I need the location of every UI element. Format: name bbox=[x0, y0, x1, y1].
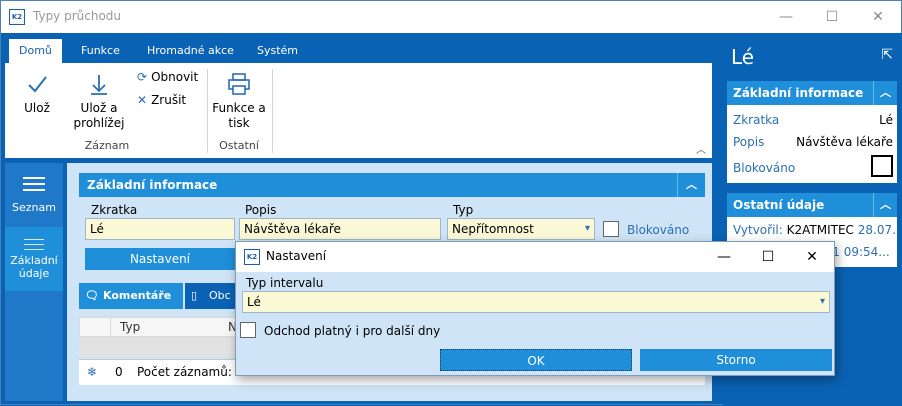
ribbon-tabs: Domů Funkce Hromadné akce Systém bbox=[5, 39, 712, 63]
close-button[interactable]: ✕ bbox=[855, 1, 901, 33]
interval-type-select[interactable]: Lé ▾ bbox=[242, 291, 830, 313]
blokovano-label: Blokováno bbox=[627, 223, 690, 237]
dropdown-icon: ▾ bbox=[819, 296, 825, 307]
collapse-icon[interactable]: ︿ bbox=[873, 193, 897, 217]
refresh-icon: ⟳ bbox=[137, 70, 148, 84]
typ-value: Nepřítomnost bbox=[452, 222, 534, 236]
functions-print-button[interactable]: Funkce a tisk bbox=[211, 73, 267, 131]
section-title: Základní informace bbox=[87, 178, 218, 192]
popis-label: Popis bbox=[245, 203, 277, 217]
right-section-other-title: Ostatní údaje bbox=[733, 198, 825, 212]
right-panel-title: Lé bbox=[731, 45, 755, 69]
settings-button[interactable]: Nastavení bbox=[85, 248, 235, 270]
collapse-icon[interactable]: ︿ bbox=[873, 81, 897, 105]
print-label-1: Funkce a bbox=[212, 101, 266, 115]
nav-item-basic[interactable]: Základní údaje bbox=[5, 227, 63, 291]
main-window: K2 Typy průchodu — ☐ ✕ Domů Funkce Hroma… bbox=[0, 0, 902, 406]
blokovano-indicator bbox=[871, 155, 893, 177]
right-row-blokovano: Blokováno bbox=[733, 155, 893, 177]
nav-list-label: Seznam bbox=[12, 201, 56, 214]
typ-select[interactable]: Nepřítomnost ▾ bbox=[447, 218, 595, 240]
hamburger-icon bbox=[23, 177, 45, 191]
cancel-changes-label: Zrušit bbox=[151, 93, 187, 107]
storno-button[interactable]: Storno bbox=[640, 349, 832, 371]
interval-type-label: Typ intervalu bbox=[246, 276, 324, 290]
dialog-close-button[interactable]: ✕ bbox=[790, 242, 834, 272]
nav-basic-label-1: Základní bbox=[10, 254, 58, 267]
list-icon bbox=[24, 238, 44, 250]
dropdown-icon: ▾ bbox=[584, 223, 590, 234]
right-section-basic-title: Základní informace bbox=[733, 86, 864, 100]
tab-system[interactable]: Systém bbox=[247, 39, 308, 63]
nav-item-list[interactable]: Seznam bbox=[5, 173, 63, 229]
app-logo-icon: K2 bbox=[9, 9, 25, 25]
dialog-minimize-button[interactable]: — bbox=[702, 242, 746, 272]
footer-count: 0 bbox=[115, 365, 123, 379]
checkmark-icon bbox=[25, 73, 49, 97]
arrow-down-icon bbox=[87, 73, 111, 97]
popout-icon[interactable]: ⇱ bbox=[881, 47, 893, 63]
right-section-other: Ostatní údaje ︿ bbox=[727, 193, 897, 217]
ribbon: Ulož Ulož a prohlížej ⟳ Obnovit ✕ Zrušit Z… bbox=[5, 63, 712, 158]
group-record-label: Záznam bbox=[84, 139, 130, 152]
x-icon: ✕ bbox=[137, 93, 148, 107]
right-section-basic: Základní informace ︿ bbox=[727, 81, 897, 105]
save-browse-label-2: prohlížej bbox=[73, 116, 125, 130]
ribbon-separator bbox=[207, 69, 208, 153]
dialog-title-bar: K2 Nastavení — ☐ ✕ bbox=[236, 242, 834, 272]
print-label-2: tisk bbox=[228, 116, 250, 130]
interval-type-value: Lé bbox=[247, 295, 261, 309]
dialog-maximize-button[interactable]: ☐ bbox=[746, 242, 790, 272]
minimize-button[interactable]: — bbox=[763, 1, 809, 33]
right-row-popis: Popis Návštěva lékaře bbox=[733, 135, 893, 149]
ok-button[interactable]: OK bbox=[440, 349, 632, 371]
zkratka-label: Zkratka bbox=[91, 203, 138, 217]
save-and-browse-button[interactable]: Ulož a prohlížej bbox=[71, 73, 127, 131]
grid-col-typ[interactable]: Typ bbox=[120, 318, 140, 336]
window-title: Typy průchodu bbox=[33, 9, 122, 23]
group-other-label: Ostatní bbox=[219, 139, 259, 152]
nav-basic-label-2: údaje bbox=[18, 267, 50, 280]
snowflake-icon[interactable]: ❄ bbox=[87, 360, 97, 384]
ribbon-collapse-icon[interactable]: ︿ bbox=[696, 141, 706, 156]
refresh-label: Obnovit bbox=[151, 70, 199, 84]
save-label: Ulož bbox=[24, 101, 50, 115]
left-nav: Seznam Základní údaje bbox=[5, 163, 63, 401]
tab-funkce[interactable]: Funkce bbox=[71, 39, 130, 63]
second-tab-label: Obc bbox=[209, 289, 231, 302]
footer-records-label: Počet záznamů: 0 bbox=[137, 365, 244, 379]
tab-hromadne-akce[interactable]: Hromadné akce bbox=[137, 39, 244, 63]
tab-domu[interactable]: Domů bbox=[9, 39, 62, 63]
title-bar: K2 Typy průchodu — ☐ ✕ bbox=[1, 1, 901, 33]
dialog-title: Nastavení bbox=[266, 249, 327, 263]
app-logo-icon: K2 bbox=[244, 249, 260, 265]
ribbon-separator bbox=[272, 69, 273, 153]
next-days-checkbox[interactable] bbox=[240, 322, 256, 338]
grid-divider bbox=[110, 318, 111, 336]
typ-label: Typ bbox=[453, 203, 474, 217]
save-button[interactable]: Ulož bbox=[17, 73, 57, 115]
tab-comments[interactable]: 🗨 Komentáře (0) bbox=[79, 283, 183, 328]
save-browse-label-1: Ulož a bbox=[80, 101, 118, 115]
settings-dialog: K2 Nastavení — ☐ ✕ Typ intervalu Lé ▾ Od… bbox=[235, 241, 835, 376]
document-icon: ▯ bbox=[191, 289, 198, 302]
maximize-button[interactable]: ☐ bbox=[809, 1, 855, 33]
popis-input[interactable]: Návštěva lékaře bbox=[239, 218, 441, 240]
comment-icon: 🗨 bbox=[85, 289, 99, 302]
cancel-changes-button[interactable]: ✕ Zrušit bbox=[137, 93, 186, 107]
blokovano-checkbox[interactable] bbox=[603, 221, 619, 237]
section-header-basic-info: Základní informace ︿ bbox=[79, 173, 705, 197]
printer-icon bbox=[227, 73, 251, 97]
zkratka-input[interactable]: Lé bbox=[85, 218, 235, 240]
collapse-icon[interactable]: ︿ bbox=[677, 173, 705, 197]
right-row-created: Vytvořil: K2ATMITEC 28.07. bbox=[733, 223, 896, 237]
right-row-zkratka: Zkratka Lé bbox=[733, 113, 893, 127]
refresh-button[interactable]: ⟳ Obnovit bbox=[137, 70, 198, 84]
next-days-label: Odchod platný i pro další dny bbox=[264, 324, 441, 338]
right-basic-body: Zkratka Lé Popis Návštěva lékaře Bloková… bbox=[727, 105, 897, 183]
